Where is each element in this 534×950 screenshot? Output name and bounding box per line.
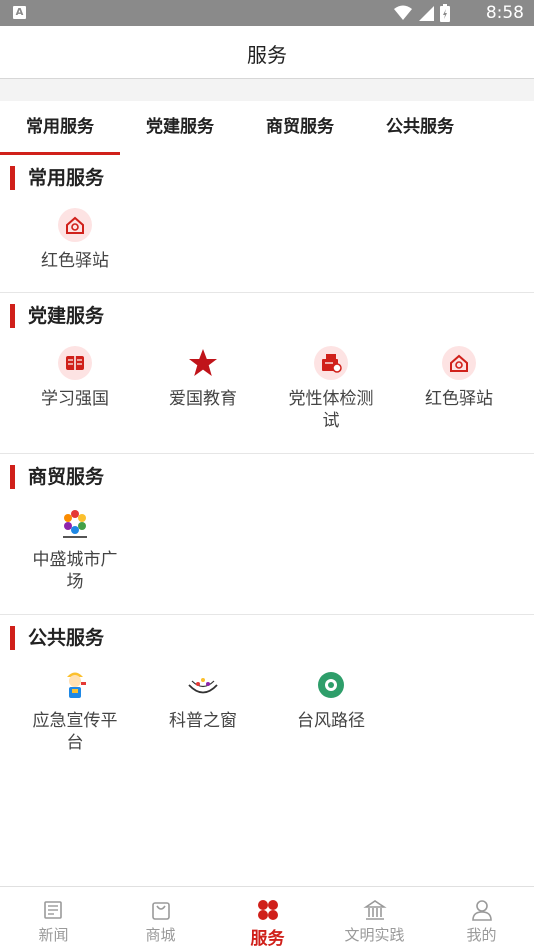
service-science-window[interactable]: 科普之窗 [148,668,258,732]
nav-label: 新闻 [38,926,69,944]
service-patriotic-education[interactable]: 爱国教育 [148,346,258,410]
science-logo-icon [186,668,220,702]
service-label: 科普之窗 [169,711,237,731]
nav-label: 服务 [250,929,285,949]
section-accent-bar [10,166,15,190]
nav-mine[interactable]: 我的 [428,887,534,950]
nav-services[interactable]: 服务 [214,887,321,950]
test-kit-icon [314,346,348,380]
museum-icon [362,897,388,923]
tab-party-services[interactable]: 党建服务 [120,101,240,155]
house-emblem-icon [442,346,476,380]
nav-label: 商城 [145,926,176,944]
title-bar: 服务 [0,26,534,79]
plaza-logo-icon [58,507,92,541]
service-emergency-platform[interactable]: 应急宣传平台 [20,668,130,754]
section-title: 党建服务 [28,305,105,327]
service-study-strong-nation[interactable]: 学习强国 [20,346,130,410]
service-label: 中盛城市广场 [32,550,118,592]
service-label: 党性体检测试 [288,389,374,431]
section-title: 常用服务 [28,167,105,189]
worker-mascot-icon [58,668,92,702]
battery-icon [440,4,450,22]
nav-civilization-practice[interactable]: 文明实践 [321,887,428,950]
service-red-station[interactable]: 红色驿站 [20,208,130,272]
shopping-bag-icon [148,897,174,923]
service-label: 红色驿站 [425,389,493,409]
clock: 8:58 [485,3,524,23]
nav-news[interactable]: 新闻 [0,887,107,950]
house-emblem-icon [58,208,92,242]
section-title: 商贸服务 [28,466,105,488]
page-title: 服务 [247,43,287,67]
typhoon-icon [314,668,348,702]
tab-common-services[interactable]: 常用服务 [0,101,120,155]
section-accent-bar [10,304,15,328]
service-label: 红色驿站 [41,251,109,271]
section-common-services: 常用服务 红色驿站 [0,155,534,293]
tab-public-services[interactable]: 公共服务 [360,101,480,155]
service-zhongsheng-plaza[interactable]: 中盛城市广场 [20,507,130,593]
section-title: 公共服务 [28,627,105,649]
nav-mall[interactable]: 商城 [107,887,214,950]
newspaper-icon [41,897,67,923]
section-accent-bar [10,465,15,489]
bottom-nav: 新闻 商城 服务 文明实践 我的 [0,886,534,950]
tab-commerce-services[interactable]: 商贸服务 [240,101,360,155]
wifi-icon [394,5,412,20]
star-icon [186,346,220,380]
signal-icon [419,6,434,21]
service-typhoon-track[interactable]: 台风路径 [276,668,386,732]
person-icon [469,897,495,923]
service-label: 应急宣传平台 [32,711,118,753]
category-tabs: 常用服务 党建服务 商贸服务 公共服务 [0,101,534,155]
system-icons [394,4,450,22]
services-cluster-icon [255,897,281,923]
service-red-station-2[interactable]: 红色驿站 [404,346,514,410]
status-bar: A 8:58 [0,0,534,26]
nav-label: 我的 [466,926,497,944]
section-public-services: 公共服务 应急宣传平台 科普之窗 台风路径 [0,615,534,775]
service-label: 学习强国 [41,389,109,409]
service-party-test[interactable]: 党性体检测试 [276,346,386,432]
app-notification-icon: A [13,6,26,19]
section-accent-bar [10,626,15,650]
service-label: 台风路径 [297,711,365,731]
nav-label: 文明实践 [344,926,405,944]
spacer-band [0,79,534,101]
book-icon [58,346,92,380]
section-commerce-services: 商贸服务 中盛城市广场 [0,454,534,615]
service-label: 爱国教育 [169,389,237,409]
section-party-services: 党建服务 学习强国 爱国教育 党性体检测试 红色驿站 [0,293,534,454]
